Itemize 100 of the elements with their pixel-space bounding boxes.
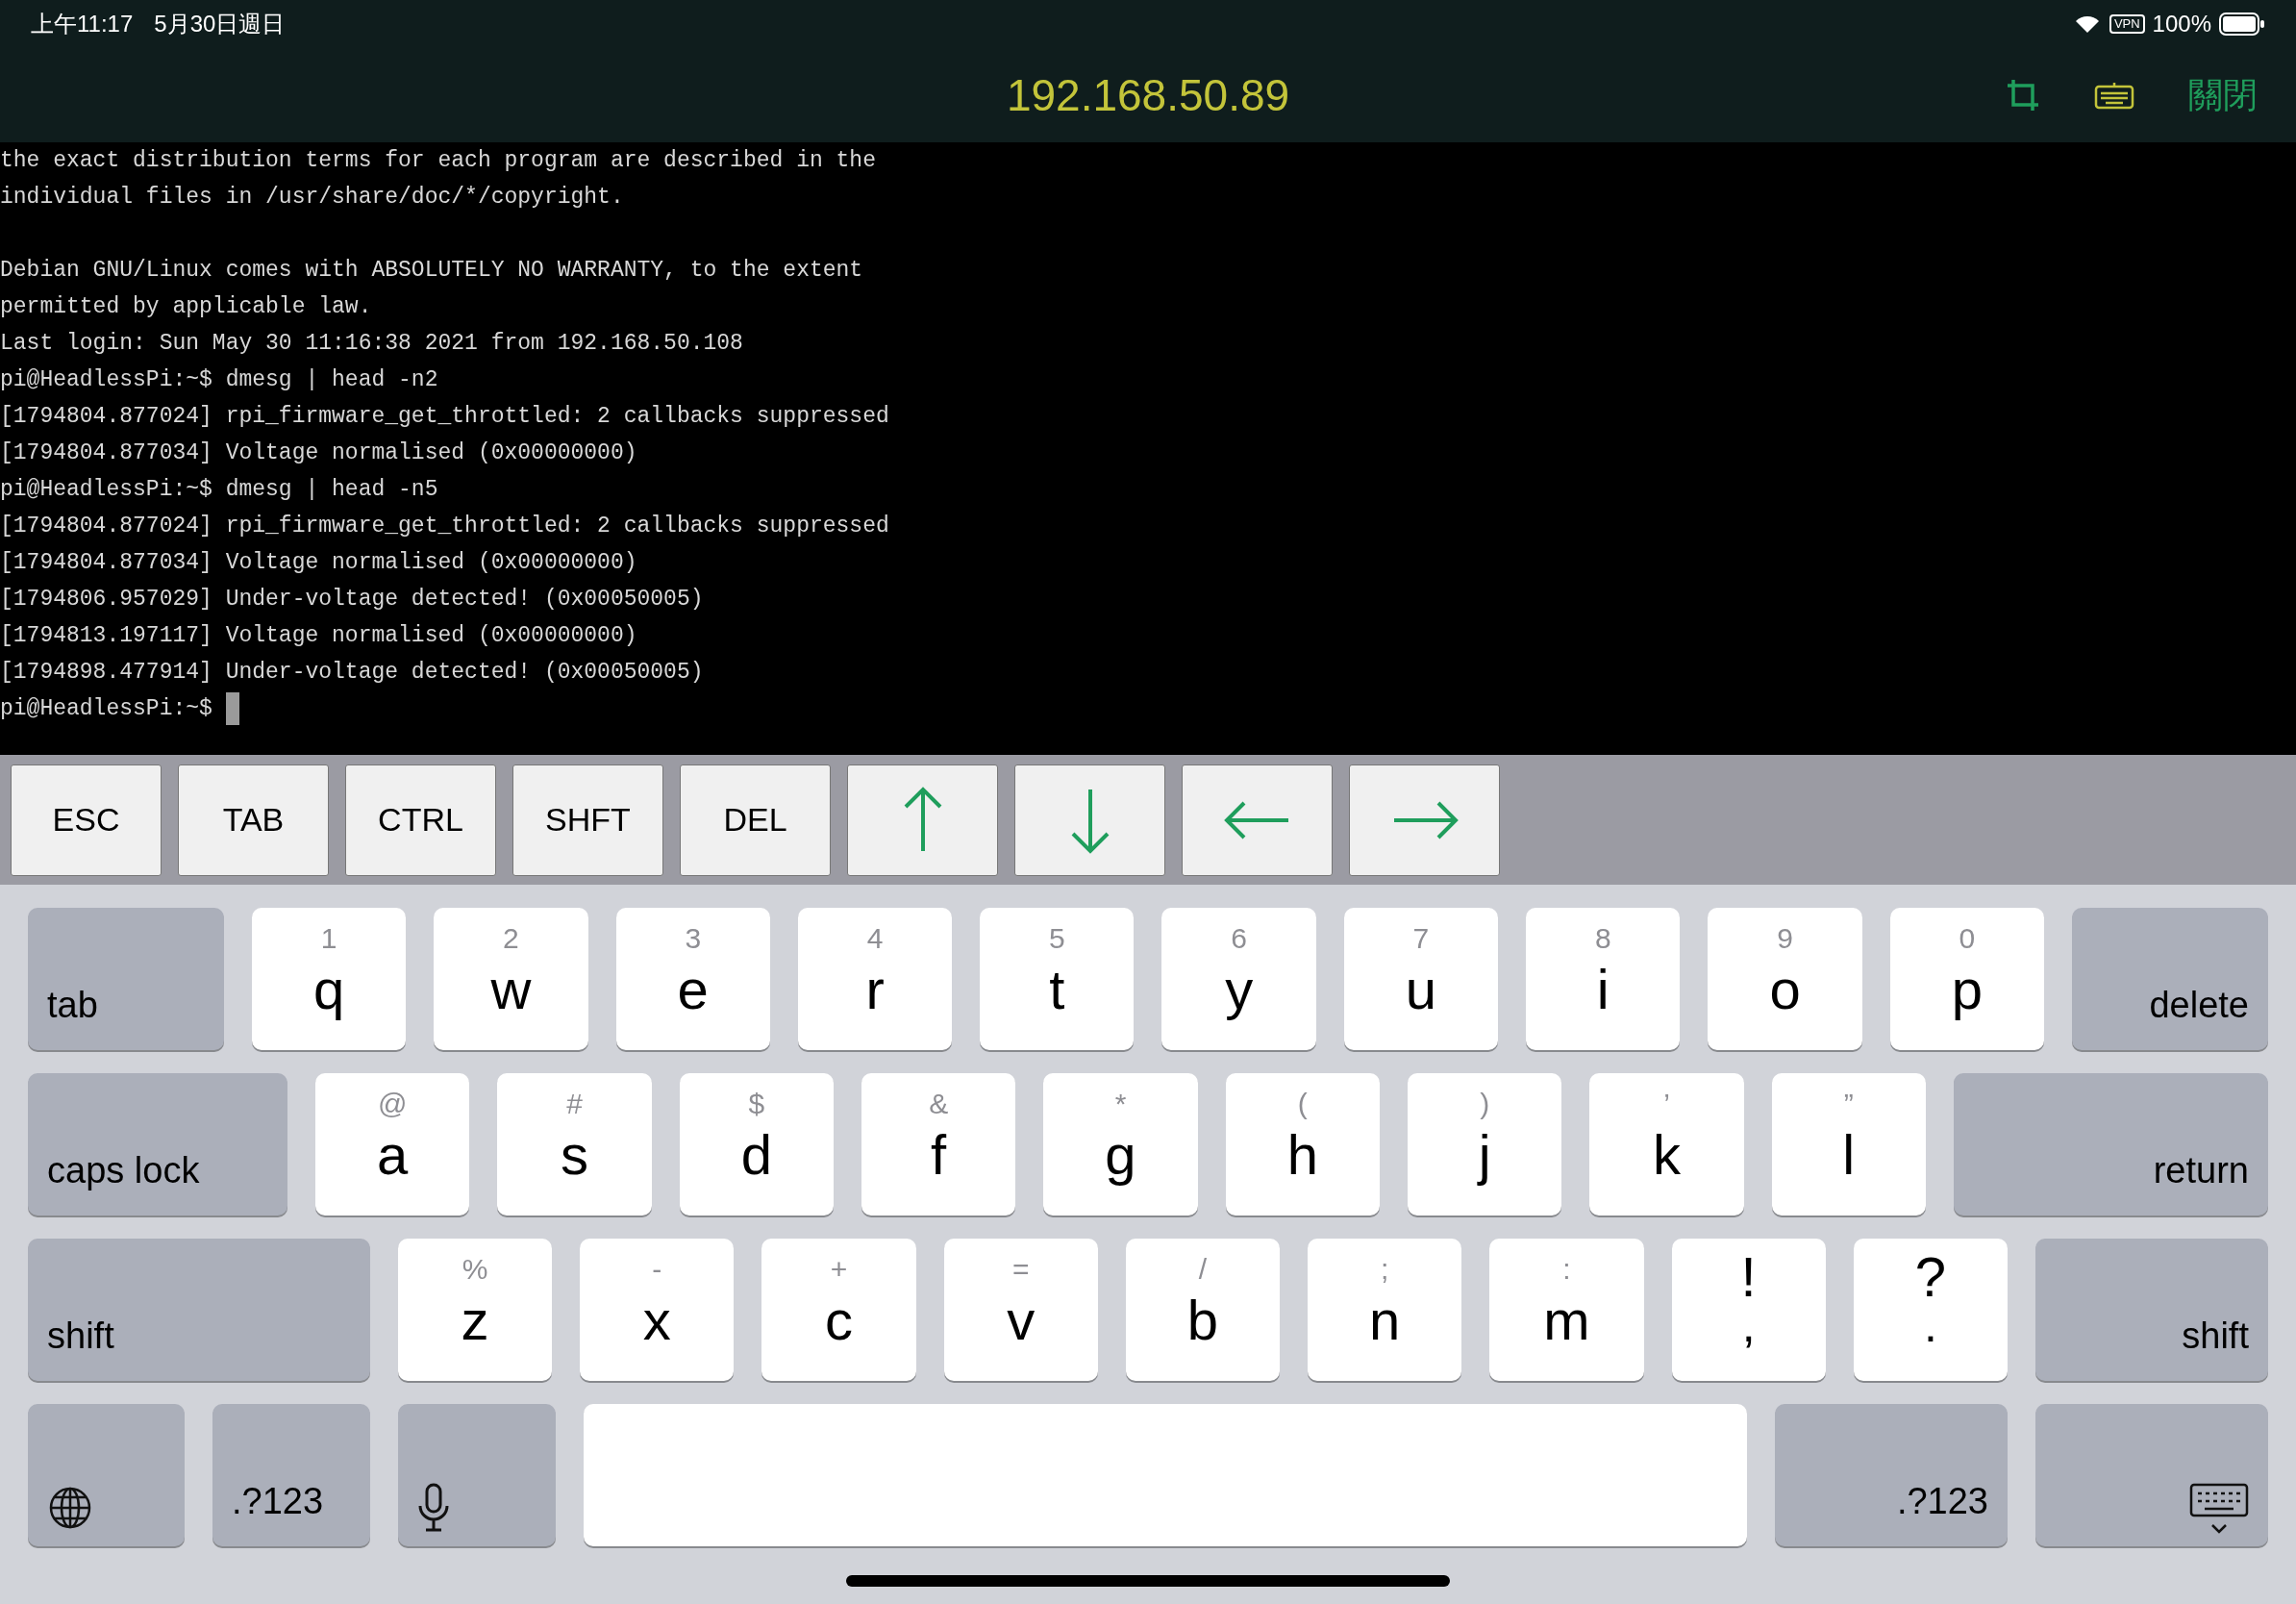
key-hint: 6 xyxy=(1231,921,1247,956)
vpn-badge: VPN xyxy=(2109,14,2145,34)
microphone-icon xyxy=(417,1483,450,1533)
globe-key[interactable] xyxy=(28,1404,185,1546)
terminal-line: individual files in /usr/share/doc/*/copyright. xyxy=(0,184,624,212)
key-hint: 2 xyxy=(503,921,519,956)
letter-key[interactable]: ” l xyxy=(1771,1073,1926,1216)
letter-key[interactable]: 9 o xyxy=(1708,908,1862,1050)
terminal-line: the exact distribution terms for each program are described in the xyxy=(0,147,876,175)
arrow-key[interactable] xyxy=(1349,764,1500,876)
letter-key[interactable]: @ a xyxy=(315,1073,470,1216)
key-hint: ! xyxy=(1740,1248,1757,1306)
terminal-line: [1794806.957029] Under-voltage detected! (0x00050005) xyxy=(0,586,704,614)
letter-key[interactable]: 1 q xyxy=(252,908,407,1050)
function-key[interactable]: .?123 xyxy=(212,1404,370,1546)
key-label: f xyxy=(931,1122,947,1188)
letter-key[interactable]: 8 i xyxy=(1526,908,1681,1050)
key-hint: 9 xyxy=(1777,921,1793,956)
key-hint: ? xyxy=(1914,1248,1946,1306)
function-key[interactable]: shift xyxy=(2034,1239,2268,1381)
key-hint: ’ xyxy=(1663,1087,1670,1121)
terminal-line: pi@HeadlessPi:~$ dmesg | head -n5 xyxy=(0,476,438,504)
key-label: r xyxy=(865,957,885,1022)
close-button[interactable]: 關閉 xyxy=(2188,69,2258,121)
globe-icon xyxy=(47,1485,93,1531)
letter-key[interactable]: ! , xyxy=(1671,1239,1826,1381)
key-label: n xyxy=(1369,1288,1401,1353)
function-key[interactable]: return xyxy=(1953,1073,2268,1216)
key-hint: 4 xyxy=(866,921,884,956)
terminal-line: Debian GNU/Linux comes with ABSOLUTELY NO WARRANTY, to the extent xyxy=(0,257,863,285)
letter-key[interactable]: / b xyxy=(1125,1239,1281,1381)
function-key[interactable]: .?123 xyxy=(1775,1404,2008,1546)
key-hint: - xyxy=(652,1252,662,1287)
letter-key[interactable]: 7 u xyxy=(1343,908,1499,1050)
key-label: g xyxy=(1105,1122,1136,1188)
terminal-line: [1794804.877034] Voltage normalised (0x00000000) xyxy=(0,439,637,467)
arrow-key[interactable] xyxy=(1014,764,1165,876)
key-hint: ) xyxy=(1480,1087,1490,1121)
key-hint: # xyxy=(566,1087,583,1121)
keyboard-icon[interactable] xyxy=(2094,81,2134,110)
key-label: a xyxy=(377,1122,409,1188)
letter-key[interactable]: ) j xyxy=(1407,1073,1562,1216)
arrow-key[interactable] xyxy=(847,764,998,876)
key-label: z xyxy=(461,1288,489,1353)
letter-key[interactable]: 4 r xyxy=(797,908,953,1050)
letter-key[interactable]: & f xyxy=(861,1073,1016,1216)
extra-key[interactable]: CTRL xyxy=(345,764,496,876)
extra-key[interactable]: ESC xyxy=(11,764,162,876)
extra-key[interactable]: SHFT xyxy=(512,764,663,876)
key-label: . xyxy=(1923,1306,1937,1344)
letter-key[interactable]: # s xyxy=(497,1073,652,1216)
key-hint: + xyxy=(830,1252,848,1287)
terminal-line: [1794804.877024] rpi_firmware_get_throttled: 2 callbacks suppressed xyxy=(0,513,889,540)
key-label: o xyxy=(1769,957,1801,1022)
terminal-line: pi@HeadlessPi:~$ dmesg | head -n2 xyxy=(0,366,438,394)
function-key[interactable]: tab xyxy=(28,908,224,1050)
letter-key[interactable]: ( h xyxy=(1225,1073,1380,1216)
key-label: m xyxy=(1543,1288,1590,1353)
function-key[interactable]: caps lock xyxy=(28,1073,287,1216)
letter-key[interactable]: : m xyxy=(1489,1239,1644,1381)
key-label: e xyxy=(677,957,709,1022)
letter-key[interactable]: 3 e xyxy=(615,908,770,1050)
crop-icon[interactable] xyxy=(2006,78,2040,113)
microphone-key[interactable] xyxy=(398,1404,556,1546)
key-hint: * xyxy=(1114,1087,1127,1121)
letter-key[interactable]: = v xyxy=(943,1239,1098,1381)
letter-key[interactable]: % z xyxy=(398,1239,553,1381)
status-date: 5月30日週日 xyxy=(154,10,286,38)
key-label: x xyxy=(642,1288,671,1353)
letter-key[interactable]: 0 p xyxy=(1889,908,2044,1050)
key-label: q xyxy=(313,957,345,1022)
terminal-line: [1794898.477914] Under-voltage detected! (0x00050005) xyxy=(0,659,704,687)
letter-key[interactable]: * g xyxy=(1043,1073,1198,1216)
key-hint: = xyxy=(1012,1252,1030,1287)
letter-key[interactable]: ? . xyxy=(1853,1239,2008,1381)
terminal-line: [1794804.877034] Voltage normalised (0x00000000) xyxy=(0,549,637,577)
key-hint: % xyxy=(462,1252,488,1287)
key-hint: 3 xyxy=(685,921,702,956)
letter-key[interactable]: ’ k xyxy=(1589,1073,1744,1216)
letter-key[interactable]: $ d xyxy=(679,1073,834,1216)
letter-key[interactable]: 5 t xyxy=(980,908,1135,1050)
arrow-key[interactable] xyxy=(1182,764,1333,876)
key-label: v xyxy=(1007,1288,1036,1353)
key-label: t xyxy=(1049,957,1065,1022)
extra-key[interactable]: DEL xyxy=(680,764,831,876)
function-key[interactable]: delete xyxy=(2071,908,2268,1050)
letter-key[interactable]: - x xyxy=(580,1239,735,1381)
terminal-line: permitted by applicable law. xyxy=(0,293,372,321)
extra-key[interactable]: TAB xyxy=(178,764,329,876)
key-label: b xyxy=(1186,1288,1219,1353)
letter-key[interactable]: 6 y xyxy=(1161,908,1316,1050)
key-hint: 5 xyxy=(1049,921,1065,956)
key-hint: 7 xyxy=(1412,921,1430,956)
letter-key[interactable]: ; n xyxy=(1308,1239,1462,1381)
key-label: h xyxy=(1286,1122,1318,1188)
letter-key[interactable]: + c xyxy=(761,1239,916,1381)
key-label: w xyxy=(490,957,532,1022)
key-label: i xyxy=(1596,957,1610,1022)
letter-key[interactable]: 2 w xyxy=(434,908,588,1050)
function-key[interactable]: shift xyxy=(28,1239,370,1381)
